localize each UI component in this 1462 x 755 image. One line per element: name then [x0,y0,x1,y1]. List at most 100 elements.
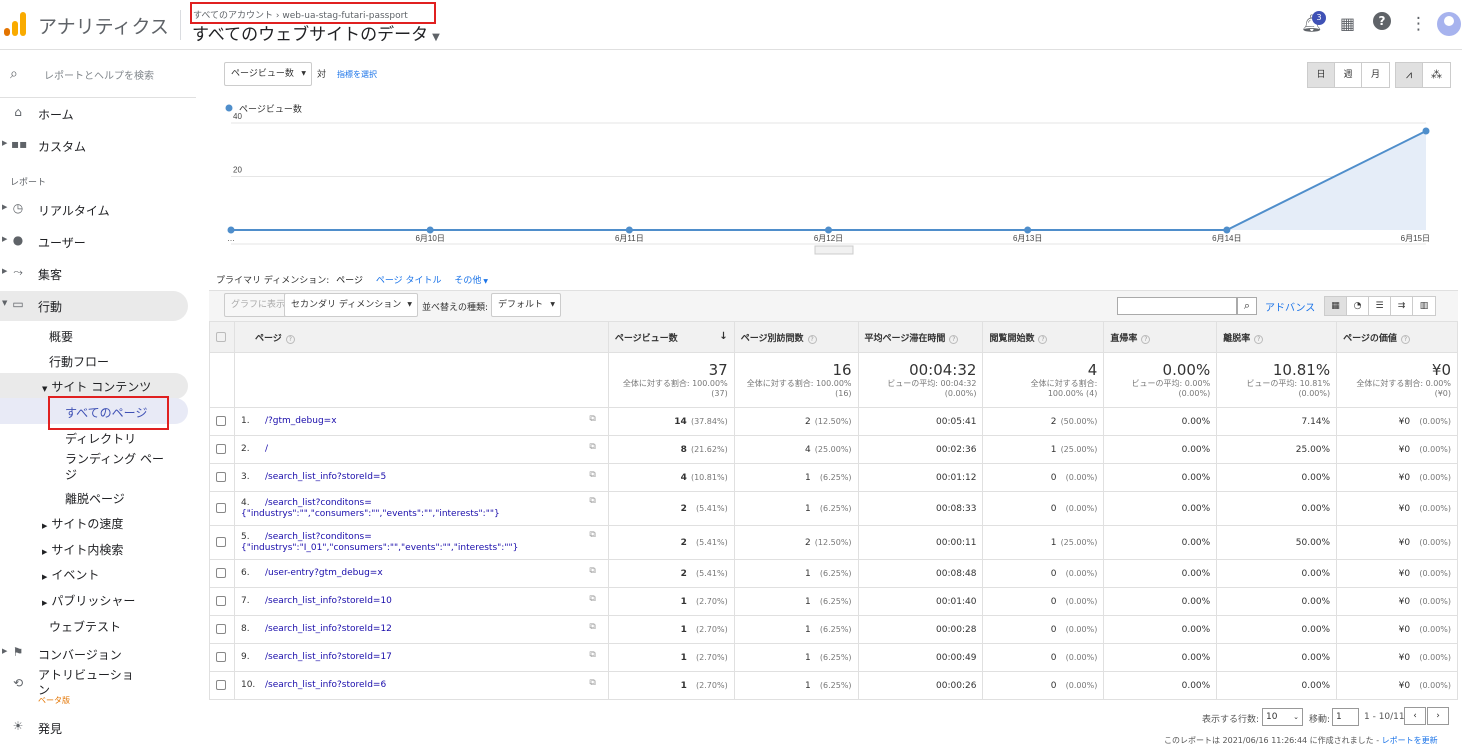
apps-grid-icon[interactable]: ▦ [1340,14,1355,33]
nav-discover-label: 発見 [38,722,63,736]
data-point[interactable] [1223,226,1231,234]
data-point[interactable] [426,226,434,234]
nav-site-content[interactable]: ▼ サイト コンテンツ [42,378,151,395]
nav-publisher[interactable]: ▶ パブリッシャー [42,592,135,609]
select-all-checkbox[interactable] [216,331,226,342]
page-path-link[interactable]: /user-entry?gtm_debug=x [265,568,383,578]
dimension-page-title[interactable]: ページ タイトル [376,276,442,286]
row-checkbox[interactable] [216,624,226,635]
col-header-avg-time[interactable]: 平均ページ滞在時間? [857,321,984,353]
next-page-button[interactable]: › [1427,707,1449,725]
col-header-unique-pageviews[interactable]: ページ別訪問数? [733,321,859,353]
row-checkbox[interactable] [216,444,226,455]
nav-site-speed[interactable]: ▶ サイトの速度 [42,515,123,532]
nav-custom[interactable]: ▶ ▪▪ カスタム [0,132,196,160]
help-icon[interactable]: ? [1373,12,1391,30]
nav-home[interactable]: ⌂ ホーム [0,100,196,128]
view-selector[interactable]: すべてのウェブサイトのデータ ▼ [192,20,440,45]
page-path-link[interactable]: /search_list_info?storeId=17 [265,652,392,662]
row-checkbox[interactable] [216,472,226,483]
dimension-page[interactable]: ページ [336,276,363,286]
month-button[interactable]: 月 [1362,63,1389,87]
row-checkbox[interactable] [216,652,226,663]
open-external-icon[interactable]: ⧉ [589,530,595,541]
more-vert-icon[interactable]: ⋮ [1410,14,1427,34]
nav-experiments[interactable]: ウェブテスト [49,618,121,635]
day-button[interactable]: 日 [1308,63,1335,87]
nav-exit-pages[interactable]: 離脱ページ [65,490,125,507]
rows-per-page-select[interactable]: 10 ⌄ [1262,708,1303,726]
col-header-pageviews[interactable]: ページビュー数 ↓ [607,321,735,353]
table-search-input[interactable] [1117,297,1237,315]
page-path-link[interactable]: /search_list_info?storeId=5 [265,472,386,482]
avatar[interactable] [1437,12,1461,36]
comparison-view-icon[interactable]: ⇉ [1391,297,1413,315]
row-checkbox[interactable] [216,416,226,427]
data-point[interactable] [1024,226,1032,234]
prev-page-button[interactable]: ‹ [1404,707,1426,725]
motion-chart-icon[interactable]: ⁂ [1423,63,1450,87]
nav-discover[interactable]: ☀ 発見 [0,714,196,742]
page-path-link[interactable]: / [265,444,268,454]
plot-rows-button[interactable]: グラフに表示 [224,293,293,317]
line-chart-icon[interactable]: ⩘ [1396,63,1423,87]
row-checkbox[interactable] [216,680,226,691]
row-checkbox[interactable] [216,596,226,607]
row-checkbox[interactable] [216,537,226,548]
performance-view-icon[interactable]: ☰ [1369,297,1391,315]
row-checkbox[interactable] [216,503,226,514]
week-button[interactable]: 週 [1335,63,1362,87]
secondary-dimension-dropdown[interactable]: セカンダリ ディメンション ▼ [284,293,418,317]
data-point[interactable] [1422,127,1430,135]
col-header-page[interactable]: ページ? [233,321,609,353]
nav-directory[interactable]: ディレクトリ [65,430,136,447]
open-external-icon[interactable]: ⧉ [589,496,595,507]
page-path-link[interactable]: /?gtm_debug=x [265,416,337,426]
open-external-icon[interactable]: ⧉ [589,678,595,689]
col-header-entrances[interactable]: 閲覧開始数? [982,321,1105,353]
col-header-page-value[interactable]: ページの価値? [1336,321,1458,353]
metric-dropdown[interactable]: ページビュー数 ▼ [224,62,312,86]
page-path-link[interactable]: /search_list?conditons={"industrys":"I_0… [241,532,518,553]
page-path-link[interactable]: /search_list_info?storeId=10 [265,596,392,606]
nav-acquisition[interactable]: ▶ ⤳ 集客 [0,260,196,288]
open-external-icon[interactable]: ⧉ [589,566,595,577]
advanced-link[interactable]: アドバンス [1265,299,1315,314]
page-path-link[interactable]: /search_list?conditons={"industrys":"","… [241,498,500,519]
chart-resize-handle[interactable] [814,245,854,255]
open-external-icon[interactable]: ⧉ [589,622,595,633]
nav-realtime[interactable]: ▶ ◷ リアルタイム [0,196,196,224]
nav-behavior[interactable]: ▼ ▭ 行動 [0,292,196,320]
open-external-icon[interactable]: ⧉ [589,594,595,605]
nav-attribution[interactable]: ⟲ アトリビューション ベータ版 [0,662,196,706]
col-header-exit-rate[interactable]: 離脱率? [1216,321,1338,353]
nav-site-search[interactable]: ▶ サイト内検索 [42,541,123,558]
row-checkbox[interactable] [216,568,226,579]
data-point[interactable] [227,226,235,234]
pivot-view-icon[interactable]: ▥ [1413,297,1435,315]
refresh-report-link[interactable]: レポートを更新 [1382,736,1438,745]
sort-type-dropdown[interactable]: デフォルト ▼ [491,293,561,317]
nav-overview[interactable]: 概要 [49,328,73,345]
col-header-bounce-rate[interactable]: 直帰率? [1103,321,1218,353]
open-external-icon[interactable]: ⧉ [589,470,595,481]
goto-page-input[interactable]: 1 [1332,708,1359,726]
nav-events[interactable]: ▶ イベント [42,566,99,583]
open-external-icon[interactable]: ⧉ [589,414,595,425]
nav-landing-pages[interactable]: ランディング ページ [65,451,164,483]
data-point[interactable] [825,226,832,234]
nav-behavior-flow[interactable]: 行動フロー [49,353,109,370]
pie-view-icon[interactable]: ◔ [1347,297,1369,315]
table-view-icon[interactable]: ▦ [1325,297,1347,315]
sidebar-search[interactable]: ⌕ レポートとヘルプを検索 [0,58,196,98]
page-path-link[interactable]: /search_list_info?storeId=6 [265,680,386,690]
analytics-logo[interactable] [4,12,26,36]
dimension-other[interactable]: その他 ▼ [454,276,488,286]
data-point[interactable] [625,226,633,234]
search-icon[interactable]: ⌕ [1237,297,1257,315]
select-metric-link[interactable]: 指標を選択 [337,69,377,80]
open-external-icon[interactable]: ⧉ [589,650,595,661]
open-external-icon[interactable]: ⧉ [589,442,595,453]
nav-audience[interactable]: ▶ ● ユーザー [0,228,196,256]
page-path-link[interactable]: /search_list_info?storeId=12 [265,624,392,634]
